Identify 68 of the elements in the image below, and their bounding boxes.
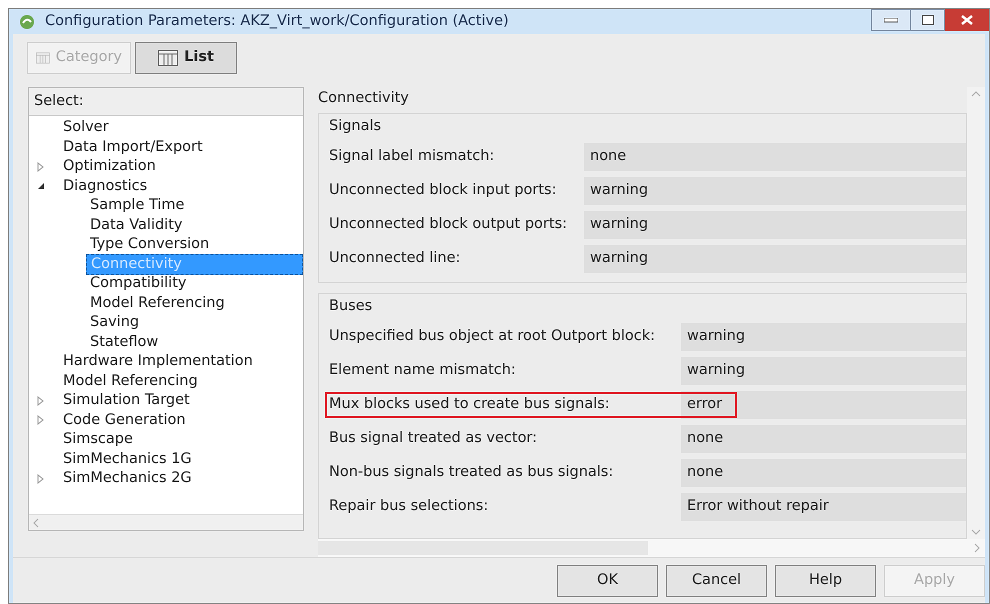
setting-label: Unconnected block output ports: (329, 215, 568, 234)
tree-item[interactable]: Saving (86, 313, 140, 332)
tree-item[interactable]: Model Referencing (86, 294, 225, 313)
collapsed-triangle-icon[interactable] (37, 396, 44, 406)
close-button[interactable] (945, 9, 989, 31)
scroll-left-icon[interactable] (32, 518, 40, 528)
horizontal-scrollbar[interactable] (318, 539, 985, 557)
dropdown-field[interactable]: none (584, 143, 966, 171)
horizontal-scrollbar[interactable] (29, 514, 303, 530)
dropdown-field[interactable]: error (681, 391, 966, 419)
tree-item[interactable]: Compatibility (86, 274, 186, 294)
scroll-down-icon[interactable] (971, 529, 981, 535)
restore-icon (922, 15, 934, 25)
maximize-button[interactable] (911, 9, 945, 31)
dropdown-field[interactable]: none (681, 425, 966, 453)
collapsed-triangle-icon[interactable] (37, 162, 44, 172)
setting-label: Unspecified bus object at root Outport block: (329, 327, 656, 346)
group-title: Buses (329, 297, 374, 316)
tree-item[interactable]: Simulation Target (59, 391, 190, 410)
dropdown-field[interactable]: warning (584, 177, 966, 205)
scroll-up-icon[interactable] (971, 91, 981, 97)
dropdown-field[interactable]: warning (584, 245, 966, 273)
group-title: Signals (329, 117, 382, 136)
dropdown-field[interactable]: warning (681, 357, 966, 385)
close-icon (961, 15, 973, 25)
setting-label: Signal label mismatch: (329, 147, 496, 166)
vertical-scrollbar[interactable] (967, 87, 985, 539)
tree-item[interactable]: Stateflow (86, 332, 158, 352)
setting-label: Non-bus signals treated as bus signals: (329, 463, 614, 482)
collapsed-triangle-icon[interactable] (37, 474, 44, 484)
dropdown-field[interactable]: warning (584, 211, 966, 239)
tree-item[interactable]: Solver (59, 118, 109, 138)
tree-item[interactable]: Data Validity (86, 216, 182, 235)
dropdown-field[interactable]: Error without repair (681, 493, 966, 521)
tree-item[interactable]: Diagnostics (59, 176, 148, 196)
tree-item[interactable]: Code Generation (59, 410, 186, 430)
minimize-icon (884, 18, 898, 22)
tree-header: Select: (29, 88, 303, 116)
tree-item[interactable]: SimMechanics 1G (59, 450, 192, 469)
pane-title: Connectivity (318, 89, 410, 108)
setting-label: Repair bus selections: (329, 497, 490, 516)
setting-label: Unconnected line: (329, 249, 462, 268)
dropdown-field[interactable]: warning (681, 323, 966, 351)
expanded-triangle-icon[interactable] (37, 182, 45, 190)
setting-label: Unconnected block input ports: (329, 181, 558, 200)
category-icon (36, 50, 50, 66)
tree-item[interactable]: SimMechanics 2G (59, 469, 192, 488)
tree-item[interactable]: Simscape (59, 430, 133, 450)
tree-item[interactable]: Optimization (59, 157, 156, 176)
dialog-button[interactable]: Cancel (666, 564, 767, 596)
scroll-right-icon[interactable] (973, 543, 981, 553)
tree-item[interactable]: Hardware Implementation (59, 352, 253, 372)
window-title: Configuration Parameters: AKZ_Virt_work/Configuration (Active) (45, 12, 509, 31)
tree-item[interactable]: Type Conversion (86, 235, 210, 254)
tree-item[interactable]: Model Referencing (59, 372, 198, 391)
collapsed-triangle-icon[interactable] (37, 415, 44, 426)
list-icon (158, 50, 178, 66)
dialog-button[interactable]: Help (775, 564, 876, 596)
dropdown-field[interactable]: none (681, 459, 966, 487)
tree-item[interactable]: Data Import/Export (59, 138, 203, 157)
view-button[interactable]: List (135, 42, 237, 74)
app-logo-icon (19, 14, 35, 30)
setting-label: Bus signal treated as vector: (329, 429, 538, 448)
dialog-button[interactable]: OK (557, 564, 658, 596)
tree-item[interactable]: Sample Time (86, 196, 184, 216)
minimize-button[interactable] (871, 9, 911, 31)
setting-label: Mux blocks used to create bus signals: (329, 395, 611, 414)
setting-label: Element name mismatch: (329, 361, 517, 380)
